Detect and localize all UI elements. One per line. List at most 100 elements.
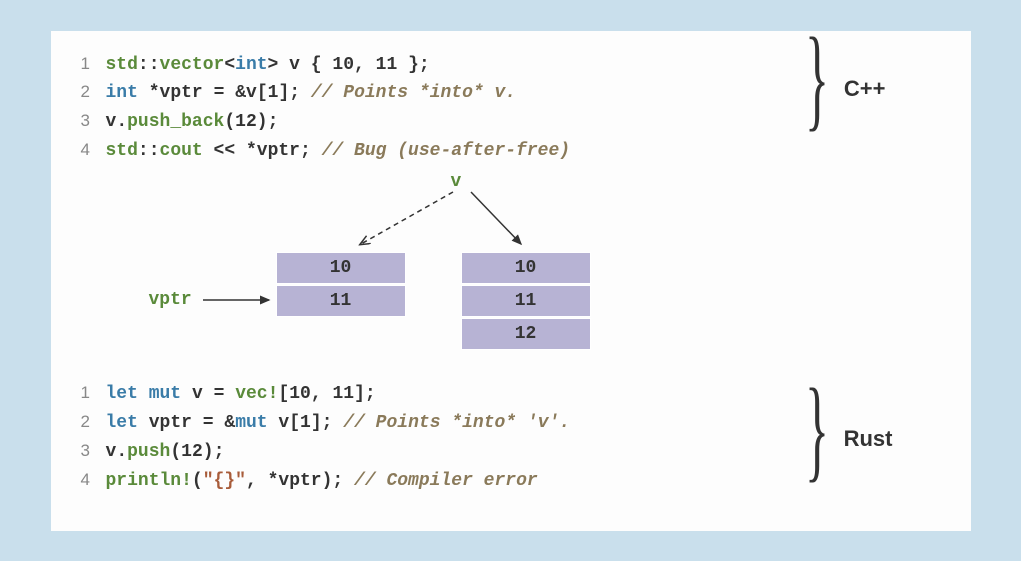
- code-token: ;: [300, 138, 311, 166]
- code-token: cout: [160, 138, 203, 166]
- code-token: }: [408, 52, 419, 80]
- code-token: ::: [138, 138, 160, 166]
- code-token: [: [289, 410, 300, 438]
- brace-rust: }: [805, 371, 829, 486]
- code-token: [300, 52, 311, 80]
- code-token: v: [289, 52, 300, 80]
- line-number: 2: [81, 79, 106, 105]
- line-number: 3: [81, 438, 106, 464]
- code-token: let: [106, 410, 138, 438]
- code-token: "{}": [203, 468, 246, 496]
- code-token: // Bug (use-after-free): [322, 138, 570, 166]
- code-token: {: [311, 52, 322, 80]
- code-token: [343, 468, 354, 496]
- brace-cpp: }: [805, 20, 829, 135]
- code-token: (: [170, 439, 181, 467]
- code-token: vptr: [257, 138, 300, 166]
- line-number: 3: [81, 108, 106, 134]
- code-token: [322, 381, 333, 409]
- code-token: // Points *into* 'v'.: [343, 410, 570, 438]
- code-token: ;: [419, 52, 430, 80]
- code-token: [311, 138, 322, 166]
- code-token: [257, 468, 268, 496]
- line-number: 1: [81, 51, 106, 77]
- code-token: int: [235, 52, 267, 80]
- code-token: mut: [235, 410, 267, 438]
- code-token: ;: [289, 80, 300, 108]
- code-token: <<: [214, 138, 236, 166]
- code-token: &: [235, 80, 246, 108]
- code-token: ]: [278, 80, 289, 108]
- code-token: ;: [322, 410, 333, 438]
- code-token: std: [106, 52, 138, 80]
- code-token: [: [257, 80, 268, 108]
- code-token: *: [149, 80, 160, 108]
- code-token: [: [278, 381, 289, 409]
- code-token: ;: [332, 468, 343, 496]
- memory-diagram: v vptr 10 11 10 11 12: [81, 172, 941, 372]
- code-token: ): [322, 468, 333, 496]
- code-token: 11: [332, 381, 354, 409]
- line-number: 1: [81, 380, 106, 406]
- code-token: &: [224, 410, 235, 438]
- code-token: 1: [300, 410, 311, 438]
- code-token: =: [214, 381, 225, 409]
- code-token: =: [214, 80, 225, 108]
- code-token: ,: [354, 52, 365, 80]
- code-token: [203, 381, 214, 409]
- code-token: v: [106, 439, 117, 467]
- code-token: [365, 52, 376, 80]
- code-token: push: [127, 439, 170, 467]
- code-token: [268, 410, 279, 438]
- code-token: vec!: [235, 381, 278, 409]
- figure-container: 1std::vector<int> v { 10, 11 };2int *vpt…: [51, 31, 971, 531]
- code-token: // Compiler error: [354, 468, 538, 496]
- right-cell-2: 12: [461, 318, 591, 350]
- code-token: [181, 381, 192, 409]
- code-token: push_back: [127, 109, 224, 137]
- code-token: ;: [365, 381, 376, 409]
- code-token: .: [116, 439, 127, 467]
- code-token: 10: [332, 52, 354, 80]
- code-token: [224, 381, 235, 409]
- vptr-label: vptr: [149, 290, 192, 310]
- code-token: <: [224, 52, 235, 80]
- right-cell-0: 10: [461, 252, 591, 284]
- code-token: [332, 410, 343, 438]
- code-token: [214, 410, 225, 438]
- code-token: ;: [268, 109, 279, 137]
- code-token: 12: [235, 109, 257, 137]
- left-cell-1: 11: [276, 285, 406, 317]
- line-number: 4: [81, 137, 106, 163]
- code-token: *: [268, 468, 279, 496]
- code-token: *: [246, 138, 257, 166]
- code-token: [300, 80, 311, 108]
- code-token: v: [278, 410, 289, 438]
- code-token: 11: [376, 52, 398, 80]
- code-token: v: [192, 381, 203, 409]
- code-token: [278, 52, 289, 80]
- code-token: [192, 410, 203, 438]
- code-token: [224, 80, 235, 108]
- code-token: ;: [214, 439, 225, 467]
- code-token: (: [192, 468, 203, 496]
- code-token: (: [224, 109, 235, 137]
- code-token: =: [203, 410, 214, 438]
- code-token: ,: [246, 468, 257, 496]
- code-token: [235, 138, 246, 166]
- code-token: v: [106, 109, 117, 137]
- code-token: int: [106, 80, 138, 108]
- code-token: [203, 138, 214, 166]
- line-number: 2: [81, 409, 106, 435]
- code-token: vector: [160, 52, 225, 80]
- right-cell-1: 11: [461, 285, 591, 317]
- code-token: // Points *into* v.: [311, 80, 516, 108]
- code-token: ): [203, 439, 214, 467]
- code-token: ): [257, 109, 268, 137]
- code-token: [138, 410, 149, 438]
- code-token: ::: [138, 52, 160, 80]
- code-token: ]: [311, 410, 322, 438]
- code-token: .: [116, 109, 127, 137]
- code-token: 10: [289, 381, 311, 409]
- lang-label-rust: Rust: [844, 426, 893, 452]
